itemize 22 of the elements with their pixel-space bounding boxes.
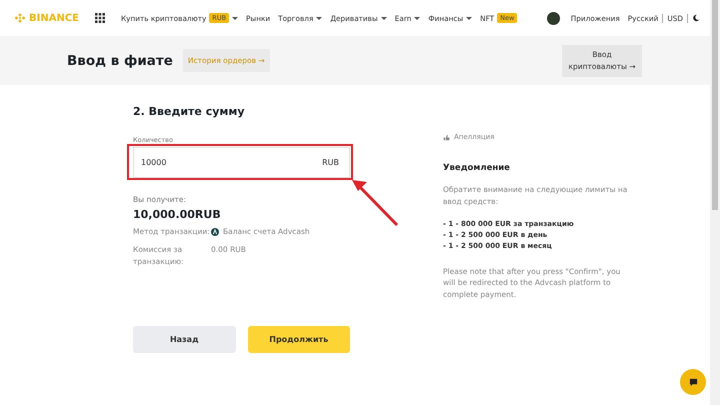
chat-button[interactable] [680, 369, 706, 395]
currency-label: RUB [322, 158, 339, 167]
continue-button[interactable]: Продолжить [248, 326, 350, 353]
moon-icon[interactable] [692, 14, 700, 22]
page-title: Ввод в фиате [67, 52, 173, 68]
amount-input-field[interactable]: 10000 RUB [133, 147, 350, 178]
caret-icon [414, 16, 420, 20]
advcash-icon [211, 228, 219, 236]
chat-icon [688, 378, 698, 386]
avatar-circle[interactable] [546, 12, 560, 24]
step-title: 2. Введите сумму [133, 105, 246, 118]
back-button[interactable]: Назад [133, 326, 236, 353]
arrow-annotation [351, 179, 399, 227]
caret-icon [232, 16, 238, 20]
caret-icon [380, 16, 387, 20]
hand-icon [443, 134, 450, 140]
notice-title: Уведомление [443, 163, 511, 173]
receive-amount: 10,000.00RUB [133, 208, 222, 221]
caret-icon [316, 16, 322, 20]
caret-icon [466, 16, 472, 20]
grid-menu-icon[interactable] [95, 13, 105, 23]
diamond-logo-icon [14, 12, 26, 24]
